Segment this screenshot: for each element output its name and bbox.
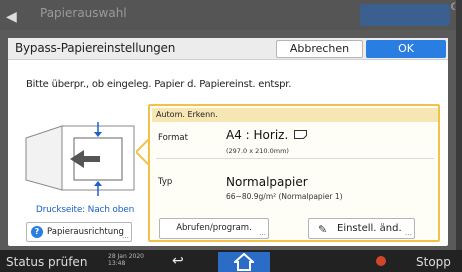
instruction-message: Bitte überpr., ob eingeleg. Papier d. Pa… [26, 79, 292, 90]
format-label: Format [158, 133, 188, 143]
type-weight: 66~80.9g/m² (Normalpapier 1) [226, 192, 343, 201]
home-icon[interactable] [234, 253, 254, 271]
back-arrow-icon: ◀ [6, 9, 17, 25]
more-dots-icon: … [405, 229, 412, 237]
date-text: 28 Jan 2020 [108, 253, 144, 260]
cancel-button[interactable]: Abbrechen [276, 40, 363, 58]
recall-program-button[interactable]: Abrufen/program. … [159, 218, 269, 239]
more-dots-icon: … [259, 229, 266, 237]
check-status-button[interactable]: Status prüfen [6, 255, 87, 269]
background-title: Papierauswahl [40, 6, 127, 20]
print-side-label: Druckseite: Nach oben [35, 205, 135, 215]
date-time: 28 Jan 2020 13:48 [108, 253, 144, 267]
change-settings-button[interactable]: ✎ Einstell. änd. … [308, 218, 415, 239]
back-icon[interactable]: ↩ [172, 253, 184, 269]
time-text: 13:48 [108, 260, 126, 267]
recall-program-label: Abrufen/program. [176, 223, 252, 233]
bypass-paper-dialog: Bypass-Papiereinstellungen Abbrechen OK … [8, 38, 448, 246]
dialog-title: Bypass-Papiereinstellungen [15, 41, 176, 55]
stop-button[interactable]: Stopp [416, 255, 451, 269]
dialog-header: Bypass-Papiereinstellungen Abbrechen OK [8, 38, 448, 60]
format-value-text: A4 : Horiz. [226, 128, 289, 142]
paper-orientation-button[interactable]: ? Papierausrichtung … [26, 222, 132, 242]
background-reset-button [360, 4, 450, 26]
format-size: (297.0 x 210.0mm) [226, 147, 289, 155]
type-label: Typ [158, 177, 173, 187]
auto-detect-header: Autom. Erkenn. [152, 108, 438, 122]
paper-info-panel: Autom. Erkenn. Format A4 : Horiz. (297.0… [148, 104, 440, 242]
format-value: A4 : Horiz. [226, 128, 308, 142]
landscape-paper-icon [294, 130, 308, 139]
paper-orientation-label: Papierausrichtung [47, 227, 124, 237]
paper-tray-illustration [25, 122, 135, 196]
row-divider [156, 158, 434, 159]
help-icon: ? [31, 226, 43, 238]
pencil-icon: ✎ [318, 223, 328, 236]
stop-icon [376, 256, 386, 266]
background-header: ◀ Papierauswahl [0, 0, 462, 30]
type-value: Normalpapier [226, 175, 308, 189]
change-settings-label: Einstell. änd. [337, 223, 402, 234]
background-edge [456, 0, 462, 250]
more-dots-icon: … [122, 232, 129, 240]
ok-button[interactable]: OK [366, 40, 446, 58]
